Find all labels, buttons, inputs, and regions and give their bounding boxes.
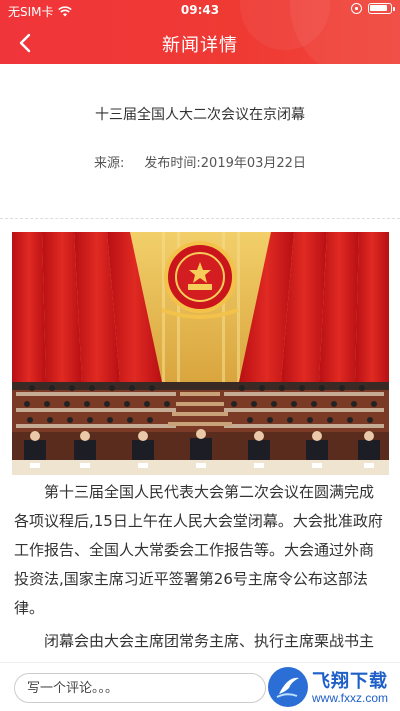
comment-input[interactable] (14, 673, 266, 703)
article-body: 第十三届全国人民代表大会第二次会议在圆满完成各项议程后,15日上午在人民大会堂闭… (14, 478, 388, 660)
battery-icon (368, 3, 395, 14)
article-meta: 来源: 发布时间:2019年03月22日 (0, 152, 400, 171)
status-indicators (351, 3, 395, 14)
app-header: 无SIM卡 09:43 新闻详情 (0, 0, 400, 64)
article-title: 十三届全国人大二次会议在京闭幕 (95, 107, 305, 123)
article-paragraph: 闭幕会由大会主席团常务主席、执行主席栗战书主 (44, 632, 375, 650)
site-watermark: 飞翔下载 www.fxxz.com (268, 665, 394, 711)
source-label: 来源: (94, 156, 125, 171)
nav-bar: 新闻详情 (0, 22, 400, 64)
watermark-text: 飞翔下载 (312, 671, 388, 692)
publish-time: 发布时间:2019年03月22日 (144, 156, 306, 171)
status-bar: 无SIM卡 09:43 (0, 0, 400, 22)
assembly-hall-image (12, 232, 389, 475)
article-photo[interactable] (12, 232, 389, 475)
watermark-logo-icon (268, 667, 308, 707)
watermark-url: www.fxxz.com (312, 691, 389, 705)
article-paragraph: 第十三届全国人民代表大会第二次会议在圆满完成各项议程后,15日上午在人民大会堂闭… (14, 483, 383, 617)
divider (0, 218, 400, 219)
rotation-lock-icon (351, 3, 362, 14)
status-time: 09:43 (180, 3, 220, 17)
page-title: 新闻详情 (162, 35, 238, 56)
comment-bar: 飞翔下载 www.fxxz.com (0, 662, 400, 711)
